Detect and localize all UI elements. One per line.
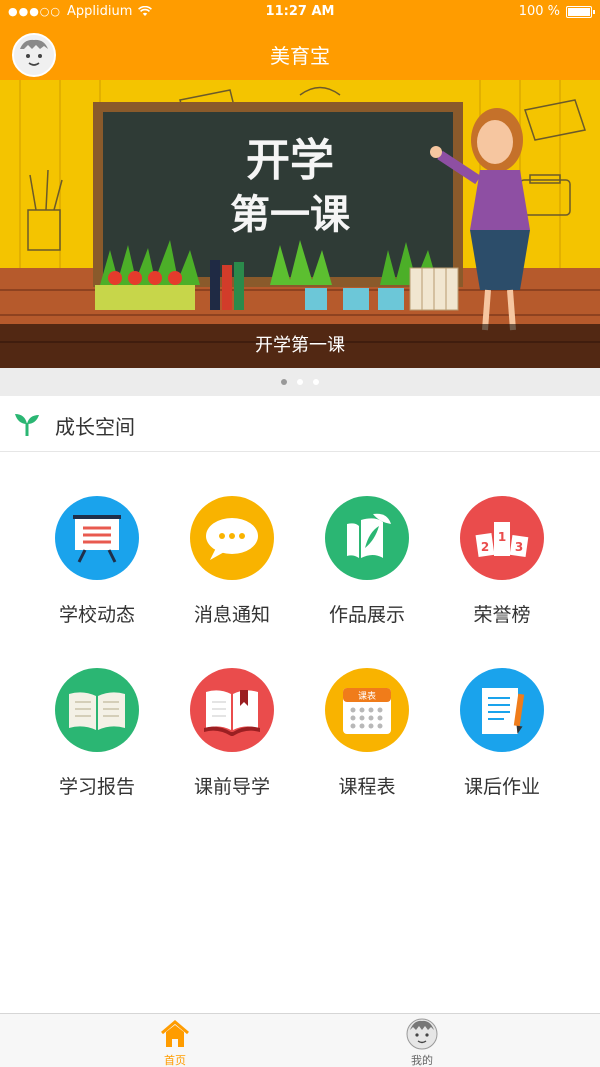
board-text-line1: 开学	[246, 135, 334, 186]
tile-notifications[interactable]: 消息通知	[157, 452, 307, 626]
tile-works-showcase[interactable]: 作品展示	[292, 452, 442, 626]
board-text-line2: 第一课	[230, 191, 351, 238]
tile-honor-roll[interactable]: 2 1 3 荣誉榜	[427, 452, 577, 626]
calendar-badge: 课表	[358, 690, 376, 702]
homework-document-icon	[460, 668, 544, 752]
section-title: 成长空间	[55, 415, 135, 439]
profile-face-icon	[406, 1018, 438, 1050]
tile-label: 课程表	[338, 776, 396, 798]
page-title: 美育宝	[270, 44, 330, 68]
home-icon	[161, 1020, 189, 1047]
feature-grid: 学校动态 消息通知 作品展示 2 1 3 荣誉榜 学习报告 课前导学 课表 课程…	[0, 452, 600, 1012]
sprout-icon	[15, 414, 39, 436]
tile-label: 作品展示	[328, 604, 405, 626]
clock: 11:27 AM	[265, 4, 335, 19]
page-dot-2[interactable]	[297, 379, 303, 385]
open-book-icon	[55, 668, 139, 752]
tab-bar: 首页 我的	[0, 1013, 600, 1067]
bookmark-book-icon	[190, 668, 274, 752]
tile-label: 课后作业	[463, 776, 540, 798]
tile-label: 学习报告	[58, 776, 135, 798]
calendar-icon: 课表	[325, 668, 409, 752]
svg-text:1: 1	[498, 530, 506, 544]
svg-text:3: 3	[515, 540, 523, 554]
page-dot-1[interactable]	[281, 379, 287, 385]
tab-mine-label: 我的	[411, 1054, 433, 1067]
section-header: 成长空间	[0, 396, 600, 452]
tile-label: 课前导学	[193, 776, 270, 798]
banner-caption: 开学第一课	[0, 324, 600, 368]
carousel-page-indicator[interactable]	[0, 368, 600, 396]
artwork-leaf-icon	[325, 496, 409, 580]
battery-percent: 100 %	[518, 4, 560, 19]
status-bar: ●●●○○ Applidium 11:27 AM 100 %	[0, 0, 600, 24]
battery-group: 100 %	[518, 4, 595, 19]
tab-mine[interactable]: 我的	[272, 1014, 572, 1067]
banner-carousel[interactable]: 开学 第一课 开学第一课	[0, 80, 600, 368]
svg-text:2: 2	[481, 540, 489, 554]
chat-bubble-icon	[190, 496, 274, 580]
battery-icon	[566, 5, 595, 18]
nav-bar: 美育宝	[0, 24, 600, 80]
podium-icon: 2 1 3	[460, 496, 544, 580]
bulletin-board-icon	[55, 496, 139, 580]
tile-timetable[interactable]: 课表 课程表	[292, 624, 442, 798]
tile-label: 消息通知	[193, 604, 270, 626]
tile-label: 荣誉榜	[473, 604, 531, 626]
tile-preview-guide[interactable]: 课前导学	[157, 624, 307, 798]
page-dot-3[interactable]	[313, 379, 319, 385]
tile-homework[interactable]: 课后作业	[427, 624, 577, 798]
tile-school-news[interactable]: 学校动态	[22, 452, 172, 626]
tile-study-report[interactable]: 学习报告	[22, 624, 172, 798]
tile-label: 学校动态	[58, 604, 135, 626]
